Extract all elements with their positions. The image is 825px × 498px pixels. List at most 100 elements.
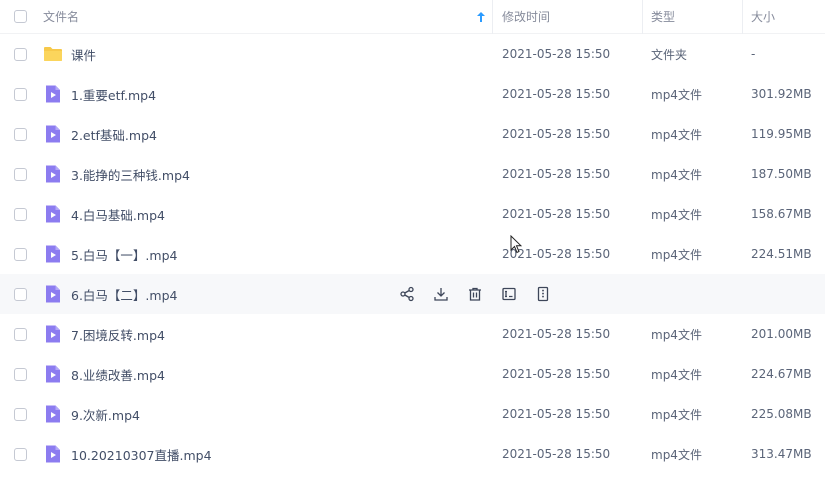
row-checkbox[interactable] xyxy=(13,327,27,341)
table-row[interactable]: 4.白马基础.mp4 2021-05-28 15:50 mp4文件 158.67… xyxy=(0,194,825,234)
header-time[interactable]: 修改时间 xyxy=(493,0,643,34)
row-checkbox[interactable] xyxy=(13,47,27,61)
row-check-cell xyxy=(0,167,40,181)
table-row[interactable]: 课件 2021-05-28 15:50 文件夹 - xyxy=(0,34,825,74)
share-icon xyxy=(399,286,414,302)
row-checkbox[interactable] xyxy=(13,207,27,221)
delete-button[interactable] xyxy=(466,286,483,303)
row-checkbox[interactable] xyxy=(13,247,27,261)
row-checkbox[interactable] xyxy=(13,447,27,461)
mouse-cursor-icon xyxy=(510,235,522,254)
row-name-cell: 5.白马【一】.mp4 xyxy=(40,244,493,264)
table-row[interactable]: 10.20210307直播.mp4 2021-05-28 15:50 mp4文件… xyxy=(0,434,825,474)
file-name[interactable]: 3.能挣的三种钱.mp4 xyxy=(71,165,190,184)
download-button[interactable] xyxy=(432,286,449,303)
row-time: 2021-05-28 15:50 xyxy=(502,367,611,381)
video-file-icon xyxy=(46,325,60,343)
row-type: mp4文件 xyxy=(651,367,702,382)
table-row-hovered[interactable]: 6.白马【二】.mp4 xyxy=(0,274,825,314)
row-time: 2021-05-28 15:50 xyxy=(502,127,611,141)
row-name-cell: 4.白马基础.mp4 xyxy=(40,204,493,224)
file-name[interactable]: 2.etf基础.mp4 xyxy=(71,125,157,144)
row-size: 225.08MB xyxy=(751,407,812,421)
row-size: 313.47MB xyxy=(751,447,812,461)
header-size[interactable]: 大小 xyxy=(743,0,825,34)
file-name[interactable]: 7.困境反转.mp4 xyxy=(71,325,165,344)
row-size: 224.67MB xyxy=(751,367,812,381)
video-file-icon xyxy=(46,165,60,183)
row-time: 2021-05-28 15:50 xyxy=(502,87,611,101)
video-file-icon xyxy=(46,365,60,383)
select-all-checkbox[interactable] xyxy=(13,10,27,23)
row-size: 301.92MB xyxy=(751,87,812,101)
row-name-cell: 8.业绩改善.mp4 xyxy=(40,364,493,384)
row-checkbox[interactable] xyxy=(13,167,27,181)
table-header: 文件名 修改时间 类型 大小 xyxy=(0,0,825,34)
file-name[interactable]: 9.次新.mp4 xyxy=(71,405,140,424)
row-check-cell xyxy=(0,247,40,261)
table-row[interactable]: 8.业绩改善.mp4 2021-05-28 15:50 mp4文件 224.67… xyxy=(0,354,825,394)
row-time: 2021-05-28 15:50 xyxy=(502,327,611,341)
row-check-cell xyxy=(0,287,40,301)
row-name-cell: 3.能挣的三种钱.mp4 xyxy=(40,164,493,184)
video-file-icon xyxy=(46,405,60,423)
file-name[interactable]: 5.白马【一】.mp4 xyxy=(71,245,177,264)
folder-icon xyxy=(44,47,62,61)
table-row[interactable]: 3.能挣的三种钱.mp4 2021-05-28 15:50 mp4文件 187.… xyxy=(0,154,825,194)
row-time: 2021-05-28 15:50 xyxy=(502,447,611,461)
row-check-cell xyxy=(0,447,40,461)
row-name-cell: 10.20210307直播.mp4 xyxy=(40,444,493,464)
header-name-label: 文件名 xyxy=(43,10,80,24)
row-checkbox[interactable] xyxy=(13,127,27,141)
row-type: mp4文件 xyxy=(651,327,702,342)
row-name-cell: 7.困境反转.mp4 xyxy=(40,324,493,344)
header-time-label: 修改时间 xyxy=(502,10,551,24)
row-check-cell xyxy=(0,47,40,61)
rename-button[interactable] xyxy=(500,286,517,303)
row-size: 158.67MB xyxy=(751,207,812,221)
row-checkbox[interactable] xyxy=(13,287,27,301)
file-name[interactable]: 1.重要etf.mp4 xyxy=(71,85,156,104)
header-name[interactable]: 文件名 xyxy=(40,0,493,34)
header-size-label: 大小 xyxy=(751,10,776,24)
row-time: 2021-05-28 15:50 xyxy=(502,47,611,61)
header-type-label: 类型 xyxy=(651,10,676,24)
table-row[interactable]: 5.白马【一】.mp4 2021-05-28 15:50 mp4文件 224.5… xyxy=(0,234,825,274)
row-size: 119.95MB xyxy=(751,127,812,141)
file-name[interactable]: 6.白马【二】.mp4 xyxy=(71,285,177,304)
row-size: 224.51MB xyxy=(751,247,812,261)
row-type: mp4文件 xyxy=(651,167,702,182)
header-type[interactable]: 类型 xyxy=(643,0,743,34)
row-checkbox[interactable] xyxy=(13,407,27,421)
row-type: mp4文件 xyxy=(651,127,702,142)
row-checkbox[interactable] xyxy=(13,367,27,381)
row-type: 文件夹 xyxy=(651,47,688,62)
video-file-icon xyxy=(46,205,60,223)
row-time: 2021-05-28 15:50 xyxy=(502,167,611,181)
sort-up-arrow-icon[interactable] xyxy=(476,11,486,23)
file-name[interactable]: 课件 xyxy=(71,45,96,64)
row-type: mp4文件 xyxy=(651,247,702,262)
table-row[interactable]: 1.重要etf.mp4 2021-05-28 15:50 mp4文件 301.9… xyxy=(0,74,825,114)
table-row[interactable]: 7.困境反转.mp4 2021-05-28 15:50 mp4文件 201.00… xyxy=(0,314,825,354)
row-checkbox[interactable] xyxy=(13,87,27,101)
file-table: 文件名 修改时间 类型 大小 课件 2021-05-28 15:50 文件夹 - xyxy=(0,0,825,474)
row-type: mp4文件 xyxy=(651,447,702,462)
video-file-icon xyxy=(46,245,60,263)
table-row[interactable]: 2.etf基础.mp4 2021-05-28 15:50 mp4文件 119.9… xyxy=(0,114,825,154)
file-name[interactable]: 4.白马基础.mp4 xyxy=(71,205,165,224)
file-name[interactable]: 10.20210307直播.mp4 xyxy=(71,445,212,464)
row-name-cell: 课件 xyxy=(40,44,493,64)
row-check-cell xyxy=(0,407,40,421)
row-size: 187.50MB xyxy=(751,167,812,181)
row-check-cell xyxy=(0,327,40,341)
more-icon xyxy=(537,286,548,302)
row-type: mp4文件 xyxy=(651,87,702,102)
row-size: - xyxy=(751,47,756,61)
more-button[interactable] xyxy=(534,286,551,303)
video-file-icon xyxy=(46,125,60,143)
share-button[interactable] xyxy=(398,286,415,303)
row-size: 201.00MB xyxy=(751,327,812,341)
table-row[interactable]: 9.次新.mp4 2021-05-28 15:50 mp4文件 225.08MB xyxy=(0,394,825,434)
file-name[interactable]: 8.业绩改善.mp4 xyxy=(71,365,165,384)
